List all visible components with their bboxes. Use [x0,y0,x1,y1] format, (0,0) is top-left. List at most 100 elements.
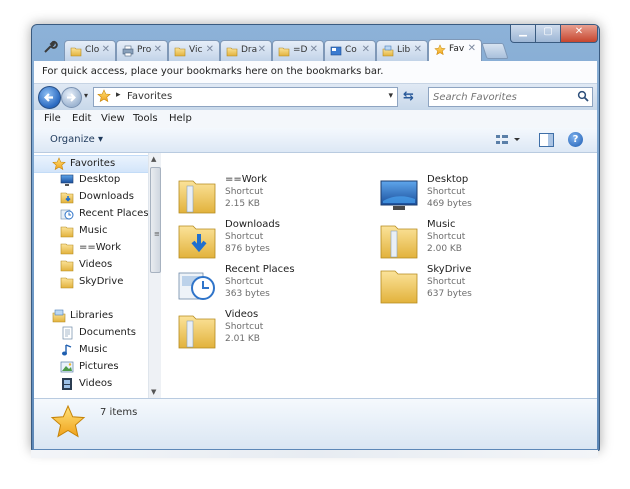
forward-button[interactable] [61,87,82,108]
folder-icon [174,47,186,57]
documents-icon [62,326,73,340]
tab-vic[interactable]: Vic ✕ [168,40,220,61]
tab-close-icon[interactable]: ✕ [102,44,110,55]
address-dropdown-icon[interactable]: ▾ [388,91,393,101]
file-item[interactable]: Videos Shortcut 2.01 KB [177,308,377,350]
tab-dra[interactable]: Dra ✕ [220,40,272,61]
breadcrumb-separator[interactable]: ▸ [116,90,121,100]
nav-item-work[interactable]: ==Work [34,240,148,256]
scroll-up-icon[interactable]: ▲ [151,155,156,163]
search-icon[interactable] [577,90,589,102]
folder-icon [380,270,418,304]
tab-close-icon[interactable]: ✕ [414,44,422,55]
nav-item-downloads[interactable]: Downloads [34,189,148,205]
nav-item-library-music[interactable]: Music [34,342,148,358]
nav-item-videos[interactable]: Videos [34,257,148,273]
bookmarks-bar: For quick access, place your bookmarks h… [34,61,597,84]
folder-icon [178,180,216,214]
scroll-down-icon[interactable]: ▼ [151,388,156,396]
nav-item-pictures[interactable]: Pictures [34,359,148,375]
close-button[interactable]: ✕ [560,25,598,43]
file-item[interactable]: ==Work Shortcut 2.15 KB [177,173,377,215]
tab-close-icon[interactable]: ✕ [362,44,370,55]
tab-strip: Clo ✕ Pro ✕ Vic ✕ Dra ✕ =D ✕ Co ✕ Lib ✕ … [32,25,599,61]
nav-item-library-videos[interactable]: Videos [34,376,148,392]
menu-bar: File Edit View Tools Help [34,110,597,129]
breadcrumb[interactable]: Favorites [127,91,172,102]
menu-view[interactable]: View [101,113,125,124]
forward-arrow-icon [67,93,76,102]
tab-fav[interactable]: Fav ✕ [428,39,482,61]
address-bar[interactable]: ▸ Favorites ▾ [93,87,398,107]
tab-close-icon[interactable]: ✕ [310,44,318,55]
file-size: 2.00 KB [427,244,462,254]
file-type: Shortcut [225,187,264,197]
menu-tools[interactable]: Tools [133,113,158,124]
search-input[interactable] [431,89,575,105]
libraries-icon [52,309,66,323]
file-item[interactable]: Recent Places Shortcut 363 bytes [177,263,377,305]
control-panel-icon [330,46,342,56]
maximize-button[interactable]: ▢ [535,25,561,43]
nav-item-music[interactable]: Music [34,223,148,239]
film-icon [62,378,72,390]
details-pane: 7 items [34,398,597,449]
folder-icon [60,277,74,289]
tab-close-icon[interactable]: ✕ [154,44,162,55]
file-item[interactable]: Music Shortcut 2.00 KB [379,218,579,260]
nav-label: Documents [79,327,137,338]
minimize-button[interactable]: ▁ [510,25,536,43]
file-item[interactable]: Downloads Shortcut 876 bytes [177,218,377,260]
nav-libraries-header[interactable]: Libraries [34,308,148,324]
menu-file[interactable]: File [44,113,61,124]
file-type: Shortcut [427,232,466,242]
menu-edit[interactable]: Edit [72,113,91,124]
new-tab-button[interactable] [481,43,509,59]
tab-close-icon[interactable]: ✕ [468,43,476,54]
back-button[interactable] [38,86,61,109]
downloads-icon [60,192,74,204]
navigation-pane: Favorites Desktop Downloads Recent Place… [34,153,149,398]
file-name: Recent Places [225,264,295,275]
tab-pro[interactable]: Pro ✕ [116,40,168,61]
menu-help[interactable]: Help [169,113,192,124]
tab-d[interactable]: =D ✕ [272,40,324,61]
tab-close-icon[interactable]: ✕ [206,44,214,55]
grip-icon: ≡ [154,230,160,238]
close-icon: ✕ [574,26,584,37]
wrench-icon[interactable] [42,39,58,55]
file-name: SkyDrive [427,264,472,275]
file-type: Shortcut [225,232,264,242]
nav-scrollbar[interactable]: ▲ ≡ ▼ [148,153,161,398]
back-arrow-icon [43,93,53,102]
help-button[interactable]: ? [568,132,583,147]
refresh-icon[interactable]: ⇆ [403,89,419,105]
search-box[interactable] [428,87,593,107]
tab-label: Fav [449,44,465,54]
recent-pages-dropdown[interactable]: ▾ [84,91,88,100]
nav-label: Videos [79,259,113,270]
nav-favorites-header[interactable]: Favorites [34,155,148,173]
printer-icon [122,45,134,57]
change-view-icon[interactable] [494,132,522,148]
nav-item-recent-places[interactable]: Recent Places [34,206,148,222]
file-type: Shortcut [225,322,264,332]
tab-label: Dra [241,45,258,55]
recent-places-icon [178,272,215,300]
downloads-icon [178,225,216,259]
file-item[interactable]: Desktop Shortcut 469 bytes [379,173,579,215]
recent-places-icon [60,209,74,220]
nav-item-documents[interactable]: Documents [34,325,148,341]
nav-item-skydrive[interactable]: SkyDrive [34,274,148,290]
tab-lib[interactable]: Lib ✕ [376,40,428,61]
tab-clo[interactable]: Clo ✕ [64,40,116,61]
organize-button[interactable]: Organize ▾ [50,134,103,145]
tab-co[interactable]: Co ✕ [324,40,376,61]
preview-pane-button[interactable] [539,133,554,147]
file-name: Downloads [225,219,280,230]
nav-item-desktop[interactable]: Desktop [34,172,148,188]
scrollbar-thumb[interactable]: ≡ [150,167,161,273]
tab-close-icon[interactable]: ✕ [258,44,266,55]
file-item[interactable]: SkyDrive Shortcut 637 bytes [379,263,579,305]
folder-icon [60,243,74,255]
